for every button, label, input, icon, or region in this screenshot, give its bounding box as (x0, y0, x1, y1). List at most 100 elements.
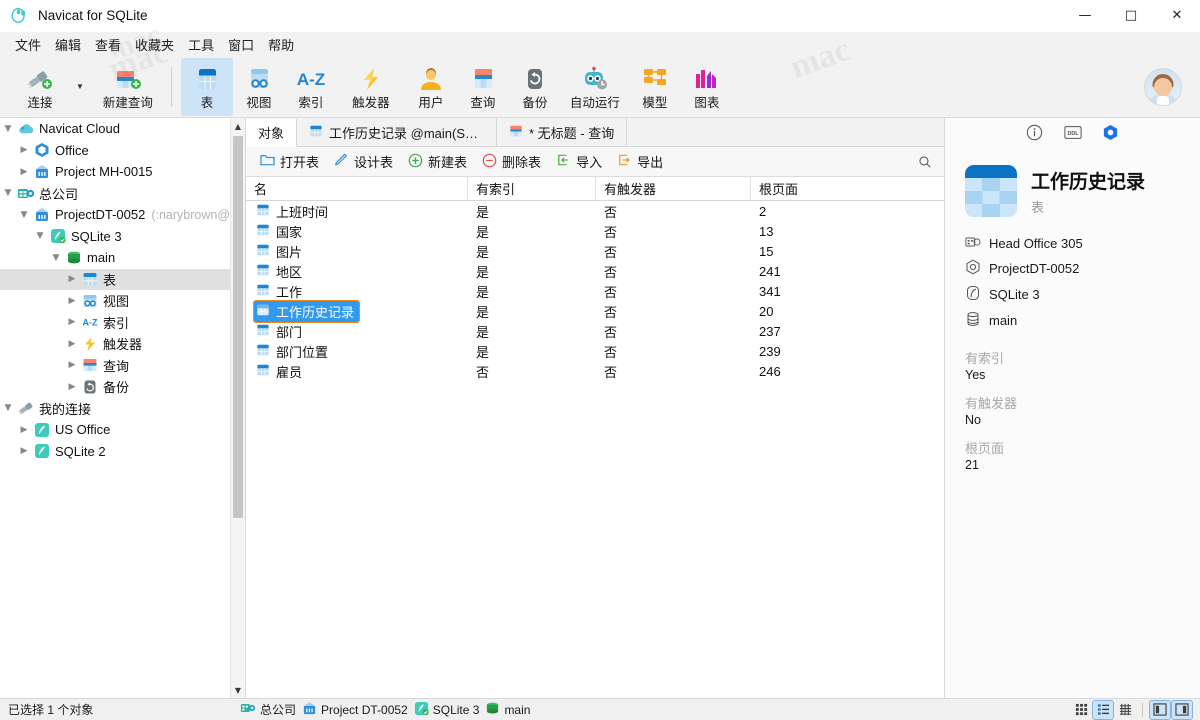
breadcrumb-item-sqlite[interactable]: SQLite 3 (414, 701, 479, 719)
chevron-down-icon[interactable]: ▼ (16, 210, 32, 220)
sidebar-item-views[interactable]: ▶ 视图 (0, 290, 230, 312)
breadcrumb-item-project[interactable]: Project DT-0052 (302, 701, 408, 719)
info-circle-icon[interactable] (1025, 123, 1045, 143)
tree-node-projectdt-0052[interactable]: ▼ ProjectDT-0052 (:narybrown@ (0, 204, 230, 226)
new-table-button[interactable]: 新建表 (402, 149, 473, 174)
import-button[interactable]: 导入 (550, 149, 608, 174)
action-label: 导入 (576, 155, 603, 170)
tree-label: SQLite 2 (55, 443, 106, 459)
toolbar-button-table[interactable]: 表 (180, 57, 233, 116)
chevron-right-icon[interactable]: ▶ (16, 167, 32, 177)
column-header-rootpage[interactable]: 根页面 (751, 177, 944, 200)
toolbar-button-index[interactable]: A-Z 索引 (285, 58, 337, 116)
toolbar-button-model[interactable]: 模型 (629, 58, 681, 116)
chevron-right-icon[interactable]: ▶ (64, 360, 80, 370)
table-row[interactable]: 地区 是 否 241 (246, 261, 944, 281)
menu-item-favorites[interactable]: 收藏夹 (128, 33, 181, 56)
tree-node-us-office[interactable]: ▶ US Office (0, 419, 230, 441)
chevron-right-icon[interactable]: ▶ (64, 382, 80, 392)
tab-work-history-table[interactable]: 工作历史记录 @main(SQLi… (297, 118, 498, 146)
chevron-down-icon[interactable]: ▼ (0, 403, 16, 413)
sidebar-item-queries[interactable]: ▶ 查询 (0, 355, 230, 377)
detail-view-icon[interactable] (1115, 701, 1135, 719)
design-table-button[interactable]: 设计表 (328, 149, 399, 174)
left-panel-toggle-icon[interactable] (1149, 699, 1171, 720)
table-rootpage: 239 (759, 343, 781, 359)
toolbar-button-connection[interactable]: 连接 (6, 58, 74, 116)
table-row[interactable]: 雇员 否 否 246 (246, 361, 944, 381)
tree-node-main[interactable]: ▼ main (0, 247, 230, 269)
column-header-name[interactable]: 名 (246, 177, 468, 200)
menu-item-window[interactable]: 窗口 (221, 33, 261, 56)
toolbar-button-user[interactable]: 用户 (405, 58, 457, 116)
toolbar-button-query[interactable]: 查询 (457, 58, 509, 116)
tree-node-sqlite-3[interactable]: ▼ SQLite 3 (0, 226, 230, 248)
table-row[interactable]: 上班时间 是 否 2 (246, 201, 944, 221)
open-table-button[interactable]: 打开表 (254, 149, 325, 174)
search-icon[interactable] (916, 153, 934, 171)
sidebar-scrollbar[interactable]: ▲ ▼ (230, 118, 245, 698)
hexagon-blue-icon[interactable] (1101, 123, 1121, 143)
sidebar-item-triggers[interactable]: ▶ 触发器 (0, 333, 230, 355)
menu-item-edit[interactable]: 编辑 (48, 33, 88, 56)
tree-node-head-office[interactable]: ▼ 总公司 (0, 183, 230, 205)
toolbar-button-automation[interactable]: 自动运行 (561, 58, 629, 116)
grid-view-icon[interactable] (1071, 701, 1091, 719)
menu-item-tools[interactable]: 工具 (181, 33, 221, 56)
sidebar-item-tables[interactable]: ▶ 表 (0, 268, 230, 290)
tree-node-project-mh-0015[interactable]: ▶ Project MH-0015 (0, 161, 230, 183)
toolbar-button-view[interactable]: 视图 (233, 58, 285, 116)
minimize-button[interactable]: — (1062, 0, 1108, 32)
table-row[interactable]: 部门位置 是 否 239 (246, 341, 944, 361)
chevron-right-icon[interactable]: ▶ (64, 296, 80, 306)
toolbar-button-trigger[interactable]: 触发器 (337, 58, 405, 116)
toolbar-button-chart[interactable]: 图表 (681, 58, 733, 116)
delete-table-button[interactable]: 删除表 (476, 149, 547, 174)
sidebar-item-indexes[interactable]: ▶ A-Z 索引 (0, 312, 230, 334)
table-row-selected[interactable]: 工作历史记录 是 否 20 (246, 299, 944, 323)
toolbar-button-new-query[interactable]: 新建查询 (94, 58, 162, 116)
chevron-down-icon[interactable]: ▼ (48, 253, 64, 263)
ddl-icon[interactable]: DDL (1063, 123, 1083, 143)
toolbar-button-backup[interactable]: 备份 (509, 58, 561, 116)
tree-node-office[interactable]: ▶ Office (0, 140, 230, 162)
scroll-up-arrow[interactable]: ▲ (231, 118, 245, 134)
menu-item-help[interactable]: 帮助 (261, 33, 301, 56)
tab-label: 对象 (258, 126, 285, 141)
table-row[interactable]: 国家 是 否 13 (246, 221, 944, 241)
export-button[interactable]: 导出 (611, 149, 669, 174)
tree-node-sqlite-2[interactable]: ▶ SQLite 2 (0, 441, 230, 463)
column-header-trigger[interactable]: 有触发器 (596, 177, 751, 200)
breadcrumb-item-database[interactable]: main (485, 701, 530, 719)
column-header-indexed[interactable]: 有索引 (468, 177, 596, 200)
chevron-right-icon[interactable]: ▶ (16, 446, 32, 456)
tree-node-my-connections[interactable]: ▼ 我的连接 (0, 398, 230, 420)
chevron-right-icon[interactable]: ▶ (64, 274, 80, 284)
svg-text:A-Z: A-Z (82, 318, 98, 328)
chevron-down-icon[interactable]: ▼ (0, 188, 16, 198)
scrollbar-thumb[interactable] (233, 136, 243, 518)
chevron-down-icon[interactable]: ▼ (0, 124, 16, 134)
menu-item-file[interactable]: 文件 (8, 33, 48, 56)
right-panel-toggle-icon[interactable] (1171, 699, 1193, 720)
chevron-right-icon[interactable]: ▶ (64, 317, 80, 327)
user-avatar[interactable] (1144, 68, 1182, 106)
chevron-right-icon[interactable]: ▶ (16, 145, 32, 155)
tab-objects[interactable]: 对象 (246, 119, 298, 147)
menu-item-view[interactable]: 查看 (88, 33, 128, 56)
sidebar-item-backups[interactable]: ▶ 备份 (0, 376, 230, 398)
scroll-down-arrow[interactable]: ▼ (231, 682, 245, 698)
chevron-down-icon[interactable]: ▼ (32, 231, 48, 241)
chevron-right-icon[interactable]: ▶ (16, 425, 32, 435)
tab-untitled-query[interactable]: * 无标题 - 查询 (497, 118, 628, 146)
list-view-icon[interactable] (1092, 699, 1114, 720)
table-row[interactable]: 图片 是 否 15 (246, 241, 944, 261)
table-row[interactable]: 工作 是 否 341 (246, 281, 944, 301)
close-button[interactable]: ✕ (1154, 0, 1200, 32)
table-row[interactable]: 部门 是 否 237 (246, 321, 944, 341)
tree-node-navicat-cloud[interactable]: ▼ Navicat Cloud (0, 118, 230, 140)
connection-dropdown-caret[interactable]: ▼ (76, 82, 84, 91)
chevron-right-icon[interactable]: ▶ (64, 339, 80, 349)
breadcrumb-item-head-office[interactable]: 总公司 (240, 701, 296, 718)
maximize-button[interactable]: □ (1108, 0, 1154, 32)
